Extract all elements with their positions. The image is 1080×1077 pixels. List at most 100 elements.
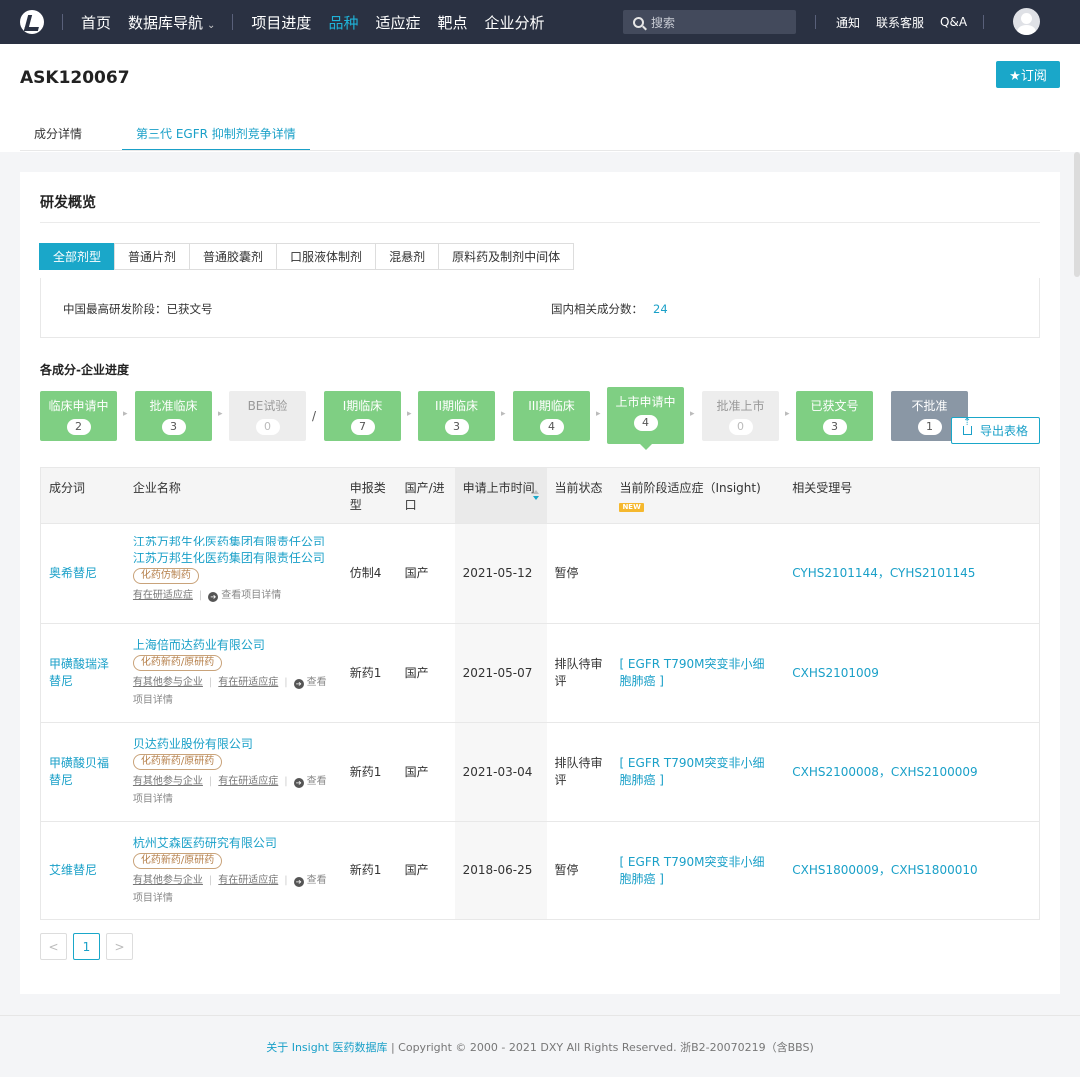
acceptance-numbers[interactable]: CXHS2101009 bbox=[784, 624, 1039, 722]
row-actions: 有其他参与企业 | 有在研适应症 | ➔ 查看项目详情 bbox=[133, 674, 334, 710]
tabs-divider bbox=[20, 150, 1060, 151]
stage-phase-1[interactable]: I期临床 7 bbox=[324, 391, 401, 441]
subscribe-button[interactable]: ★订阅 bbox=[996, 61, 1060, 88]
ingredient-link[interactable]: 艾维替尼 bbox=[41, 822, 125, 919]
table-header: 成分词 企业名称 申报类型 国产/进口 申请上市时间 当前状态 当前阶段适应症（… bbox=[41, 468, 1039, 524]
stage-separator: / bbox=[312, 409, 317, 423]
application-type: 新药1 bbox=[349, 863, 382, 877]
drug-category-tag: 化药仿制药 bbox=[132, 568, 199, 584]
nav-item-target[interactable]: 靶点 bbox=[437, 12, 467, 33]
ingredient-link[interactable]: 甲磺酸贝福替尼 bbox=[41, 723, 125, 821]
section-title: 研发概览 bbox=[40, 195, 96, 211]
drug-category-tag: 化药新药/原研药 bbox=[132, 754, 223, 770]
nav-item-home[interactable]: 首页 bbox=[81, 12, 111, 33]
company-link[interactable]: 江苏万邦生化医药集团有限责任公司 bbox=[133, 549, 325, 567]
company-link[interactable]: 贝达药业股份有限公司 bbox=[133, 735, 253, 753]
tab-ingredient-detail[interactable]: 成分详情 bbox=[20, 124, 96, 151]
filter-capsule[interactable]: 普通胶囊剂 bbox=[189, 243, 278, 270]
about-link[interactable]: 关于 Insight 医药数据库 bbox=[266, 1041, 387, 1054]
page-1-button[interactable]: 1 bbox=[73, 933, 100, 960]
stage-clinical-approved[interactable]: 批准临床 3 bbox=[135, 391, 212, 441]
other-companies-link[interactable]: 有其他参与企业 bbox=[133, 677, 203, 688]
logo-icon[interactable] bbox=[20, 10, 44, 34]
company-link[interactable]: 杭州艾森医药研究有限公司 bbox=[133, 834, 277, 852]
prev-page-button[interactable]: < bbox=[40, 933, 67, 960]
company-cell: 贝达药业股份有限公司 化药新药/原研药 有其他参与企业 | 有在研适应症 | ➔ 查看项目… bbox=[125, 723, 342, 821]
notify-link[interactable]: 通知 bbox=[836, 14, 860, 31]
current-status: 排队待审评 bbox=[554, 657, 603, 688]
company-cell: 上海倍而达药业有限公司 化药新药/原研药 有其他参与企业 | 有在研适应症 | ➔ 查看项… bbox=[125, 624, 342, 722]
arrow-right-icon: ▸ bbox=[407, 409, 412, 419]
table-row: 甲磺酸瑞泽替尼 上海倍而达药业有限公司 化药新药/原研药 有其他参与企业 | 有在研… bbox=[41, 624, 1039, 723]
next-page-button[interactable]: > bbox=[106, 933, 133, 960]
indication-link[interactable]: 有在研适应症 bbox=[218, 875, 278, 886]
export-table-button[interactable]: 导出表格 bbox=[951, 417, 1040, 444]
ingredient-link[interactable]: 甲磺酸瑞泽替尼 bbox=[41, 624, 125, 722]
ingredient-count: 国内相关成分数： 24 bbox=[551, 301, 668, 317]
action-divider: | bbox=[284, 874, 288, 886]
project-detail-link[interactable]: 查看项目详情 bbox=[221, 590, 281, 601]
action-divider: | bbox=[284, 677, 288, 688]
avatar[interactable] bbox=[1013, 8, 1040, 35]
arrow-right-icon: ▸ bbox=[785, 409, 790, 419]
filter-all[interactable]: 全部剂型 bbox=[39, 243, 116, 270]
row-actions: 有其他参与企业 | 有在研适应症 | ➔ 查看项目详情 bbox=[133, 872, 334, 908]
action-divider: | bbox=[198, 590, 203, 601]
col-date-sortable[interactable]: 申请上市时间 bbox=[454, 468, 547, 523]
other-companies-link[interactable]: 有其他参与企业 bbox=[133, 776, 203, 787]
support-link[interactable]: 联系客服 bbox=[876, 14, 924, 31]
stage-phase-3[interactable]: III期临床 4 bbox=[513, 391, 590, 441]
stage-market-approved[interactable]: 批准上市 0 bbox=[702, 391, 779, 441]
application-date: 2021-05-12 bbox=[454, 524, 547, 623]
tab-egfr-competition[interactable]: 第三代 EGFR 抑制剂竞争详情 bbox=[122, 124, 310, 151]
stage-count: 2 bbox=[66, 419, 91, 435]
filter-tablet[interactable]: 普通片剂 bbox=[114, 243, 191, 270]
action-divider: | bbox=[208, 874, 213, 886]
stage-count: 0 bbox=[255, 419, 280, 435]
indication-link[interactable]: 有在研适应症 bbox=[133, 590, 193, 601]
nav-item-company[interactable]: 企业分析 bbox=[484, 12, 544, 33]
filter-api[interactable]: 原料药及制剂中间体 bbox=[438, 243, 575, 270]
application-type: 新药1 bbox=[349, 764, 382, 779]
arrow-right-icon: ▸ bbox=[690, 409, 695, 419]
filter-oral-liquid[interactable]: 口服液体制剂 bbox=[276, 243, 377, 270]
indication-text[interactable] bbox=[611, 524, 784, 623]
stage-licensed[interactable]: 已获文号 3 bbox=[796, 391, 873, 441]
page-header: ASK120067 ★订阅 成分详情 第三代 EGFR 抑制剂竞争详情 bbox=[0, 44, 1080, 152]
ingredient-link[interactable]: 奥希替尼 bbox=[41, 524, 125, 623]
acceptance-numbers[interactable]: CXHS1800009，CXHS1800010 bbox=[784, 822, 1039, 919]
company-link[interactable]: 上海倍而达药业有限公司 bbox=[133, 636, 265, 654]
nav-item-database[interactable]: 数据库导航 ⌄ bbox=[128, 12, 215, 33]
indication-text[interactable]: [ EGFR T790M突变非小细胞肺癌 ] bbox=[611, 822, 784, 919]
indication-text[interactable]: [ EGFR T790M突变非小细胞肺癌 ] bbox=[611, 723, 784, 821]
application-date: 2018-06-25 bbox=[454, 822, 547, 919]
indication-text[interactable]: [ EGFR T790M突变非小细胞肺癌 ] bbox=[611, 624, 784, 722]
nav-item-variety[interactable]: 品种 bbox=[328, 12, 358, 33]
action-divider: | bbox=[208, 776, 213, 787]
export-label: 导出表格 bbox=[979, 424, 1028, 438]
stage-label: II期临床 bbox=[434, 399, 479, 413]
ingredient-count-value[interactable]: 24 bbox=[653, 302, 668, 316]
acceptance-numbers[interactable]: CXHS2100008，CXHS2100009 bbox=[784, 723, 1039, 821]
stage-be-trial[interactable]: BE试验 0 bbox=[229, 391, 306, 441]
stage-market-application[interactable]: 上市申请中 4 bbox=[607, 387, 684, 450]
stage-phase-2[interactable]: II期临床 3 bbox=[418, 391, 495, 441]
other-companies-link[interactable]: 有其他参与企业 bbox=[133, 875, 203, 886]
indication-link[interactable]: 有在研适应症 bbox=[218, 776, 278, 787]
stage-clinical-application[interactable]: 临床申请中 2 bbox=[40, 391, 117, 441]
acceptance-numbers[interactable]: CYHS2101144，CYHS2101145 bbox=[784, 524, 1039, 623]
top-nav-bar: 首页 数据库导航 ⌄ 项目进度 品种 适应症 靶点 企业分析 搜索 通知 联系客服… bbox=[0, 0, 1080, 44]
action-divider: | bbox=[208, 677, 213, 688]
row-actions: 有其他参与企业 | 有在研适应症 | ➔ 查看项目详情 bbox=[133, 773, 334, 809]
sort-icon[interactable] bbox=[533, 490, 539, 500]
table-row: 甲磺酸贝福替尼 贝达药业股份有限公司 化药新药/原研药 有其他参与企业 | 有在研适… bbox=[41, 723, 1039, 822]
qa-link[interactable]: Q&A bbox=[940, 15, 967, 29]
indication-link[interactable]: 有在研适应症 bbox=[218, 677, 278, 688]
search-input[interactable]: 搜索 bbox=[623, 10, 796, 34]
filter-suspension[interactable]: 混悬剂 bbox=[375, 243, 440, 270]
nav-item-indication[interactable]: 适应症 bbox=[375, 12, 420, 33]
application-date: 2021-05-07 bbox=[454, 624, 547, 722]
nav-item-project[interactable]: 项目进度 bbox=[251, 12, 311, 33]
drug-category-tag: 化药新药/原研药 bbox=[132, 852, 223, 869]
page-scrollbar[interactable] bbox=[1074, 152, 1080, 277]
